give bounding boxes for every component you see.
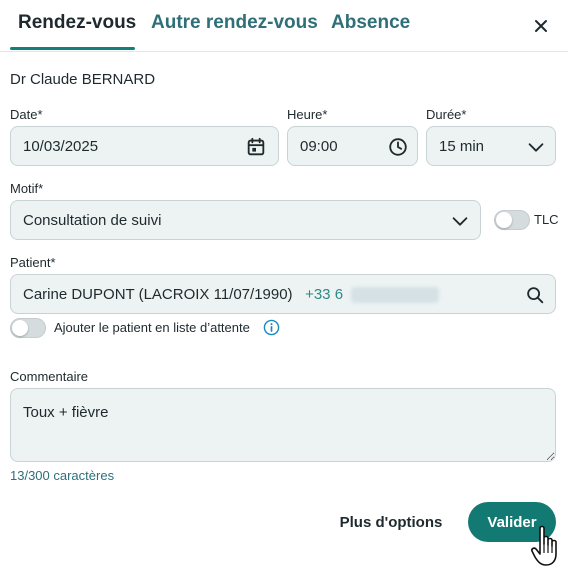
heure-label: Heure* bbox=[287, 107, 328, 122]
chevron-down-icon bbox=[452, 217, 468, 226]
more-options-button[interactable]: Plus d'options bbox=[330, 503, 452, 541]
motif-select[interactable]: Consultation de suivi bbox=[10, 200, 481, 240]
chevron-down-icon bbox=[528, 143, 544, 152]
waitlist-toggle[interactable] bbox=[10, 318, 46, 338]
waitlist-label: Ajouter le patient en liste d’attente bbox=[54, 320, 250, 335]
tab-bar: Rendez-vous Autre rendez-vous Absence bbox=[0, 0, 568, 52]
tab-autre-rendez-vous[interactable]: Autre rendez-vous bbox=[151, 12, 318, 34]
calendar-icon[interactable] bbox=[245, 136, 267, 158]
motif-label: Motif* bbox=[10, 181, 44, 196]
close-icon bbox=[535, 20, 547, 32]
motif-value: Consultation de suivi bbox=[23, 212, 162, 229]
character-counter: 13/300 caractères bbox=[10, 468, 115, 483]
toggle-knob bbox=[496, 212, 512, 228]
tab-rendez-vous[interactable]: Rendez-vous bbox=[18, 12, 136, 34]
tlc-label: TLC bbox=[534, 212, 559, 227]
patient-value: Carine DUPONT (LACROIX 11/07/1990) +33 6 bbox=[23, 286, 440, 304]
info-icon[interactable] bbox=[263, 319, 280, 336]
date-value: 10/03/2025 bbox=[23, 138, 99, 155]
patient-label: Patient* bbox=[10, 255, 56, 270]
date-field[interactable]: 10/03/2025 bbox=[10, 126, 279, 166]
heure-field[interactable]: 09:00 bbox=[287, 126, 418, 166]
duree-label: Durée* bbox=[426, 107, 467, 122]
redacted-phone-digits bbox=[351, 287, 440, 304]
close-button[interactable] bbox=[529, 14, 553, 38]
tab-absence[interactable]: Absence bbox=[331, 12, 410, 34]
hand-cursor-icon bbox=[531, 525, 557, 566]
toggle-knob bbox=[12, 320, 28, 336]
commentaire-label: Commentaire bbox=[10, 369, 89, 384]
duree-select[interactable]: 15 min bbox=[426, 126, 556, 166]
clock-icon[interactable] bbox=[387, 136, 409, 158]
commentaire-textarea[interactable]: Toux + fièvre bbox=[10, 388, 556, 462]
doctor-name: Dr Claude BERNARD bbox=[10, 71, 156, 88]
active-tab-indicator bbox=[10, 47, 135, 50]
patient-phone: +33 6 bbox=[305, 286, 344, 303]
heure-value: 09:00 bbox=[300, 138, 338, 155]
search-icon[interactable] bbox=[524, 284, 546, 306]
date-label: Date* bbox=[10, 107, 43, 122]
tlc-toggle[interactable] bbox=[494, 210, 530, 230]
patient-search-field[interactable]: Carine DUPONT (LACROIX 11/07/1990) +33 6 bbox=[10, 274, 556, 314]
patient-name: Carine DUPONT (LACROIX 11/07/1990) bbox=[23, 286, 293, 303]
duree-value: 15 min bbox=[439, 138, 485, 155]
